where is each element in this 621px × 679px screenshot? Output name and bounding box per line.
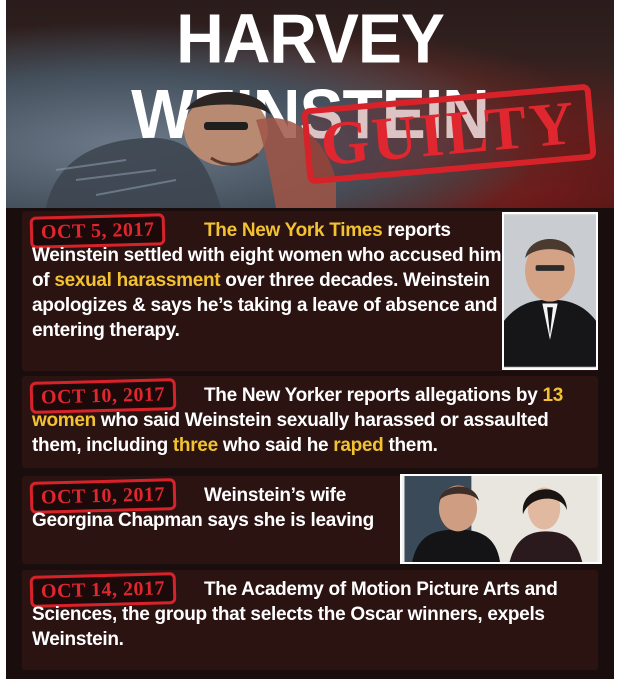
couple-photo — [400, 474, 602, 564]
header-illustration: HARVEY WEINSTEIN GUILTY — [6, 0, 614, 208]
entry-text-2: The New Yorker reports allegations by 13… — [32, 383, 592, 458]
couple-photo-icon — [404, 476, 598, 562]
text-segment: The New Yorker reports allegations by — [204, 385, 543, 406]
entry-text-4: The Academy of Motion Picture Arts and S… — [32, 577, 592, 652]
text-highlight: raped — [333, 435, 384, 456]
entry-text-1: The New York Times reports Weinstein set… — [32, 218, 502, 343]
text-segment: who said he — [217, 435, 334, 456]
infographic: HARVEY WEINSTEIN GUILTY OCT 5, 2017 The … — [6, 0, 614, 679]
text-highlight: sexual harassment — [54, 270, 221, 291]
courtroom-sketch-illustration — [46, 91, 336, 208]
text-highlight: three — [172, 435, 218, 456]
entry-text-3: Weinstein’s wife Georgina Chapman says s… — [32, 483, 402, 533]
text-segment: The Academy of Motion Picture Arts and S… — [32, 579, 558, 650]
text-segment: them. — [383, 435, 438, 456]
person-photo-icon — [504, 215, 596, 367]
text-highlight: The New York Times — [204, 220, 383, 241]
stamp-text: GUILTY — [318, 88, 580, 180]
text-segment: Weinstein’s wife Georgina Chapman says s… — [32, 485, 374, 531]
weinstein-photo — [502, 212, 598, 370]
